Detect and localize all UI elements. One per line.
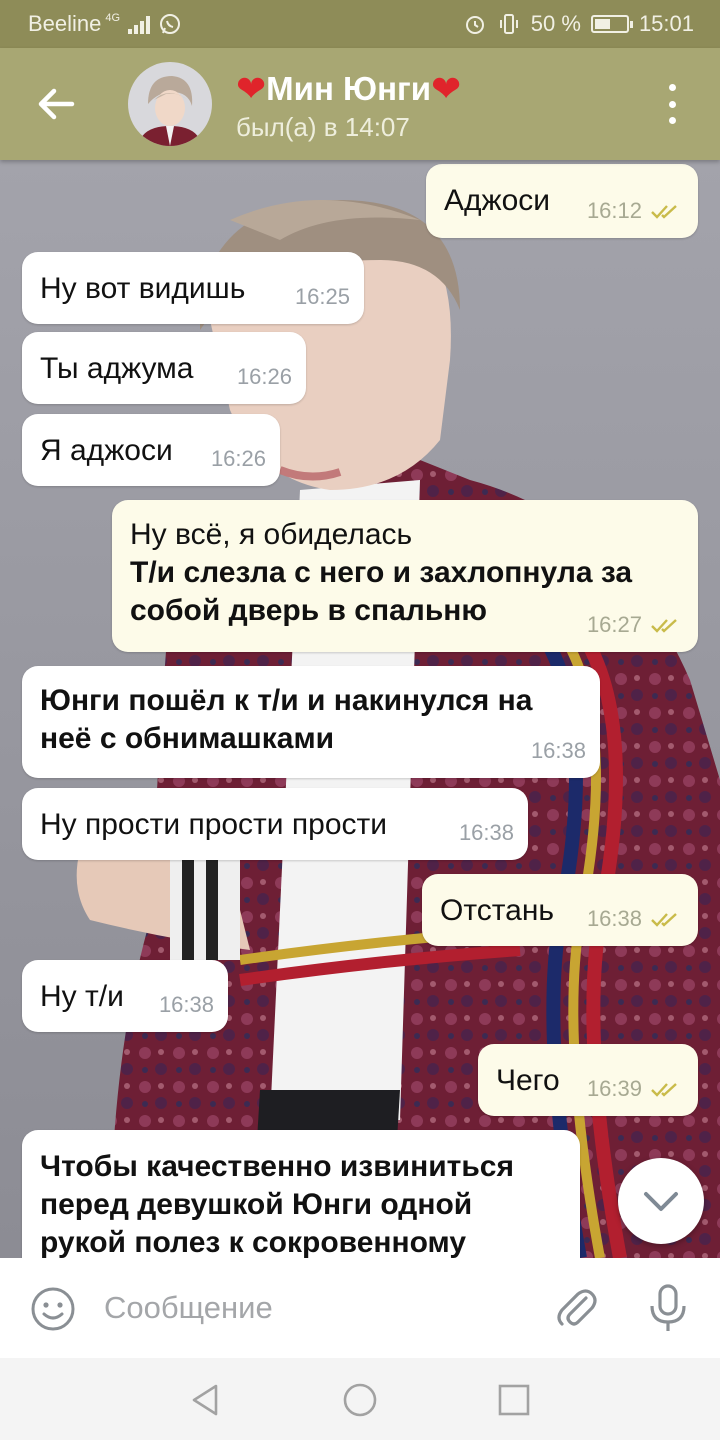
message-time: 16:26: [236, 364, 292, 389]
avatar[interactable]: [128, 62, 212, 146]
message-bubble-incoming[interactable]: Ну вот видишь 16:25: [22, 252, 364, 324]
battery-percent: 50 %: [530, 11, 581, 36]
message-time: 16:27: [586, 612, 642, 637]
message-bubble-incoming[interactable]: Я аджоси 16:26: [22, 414, 280, 486]
message-meta: 16:12: [587, 192, 684, 230]
more-vert-icon[interactable]: [660, 84, 684, 124]
message-meta: 16:39: [587, 1070, 684, 1108]
carrier-label: Beeline: [28, 11, 102, 36]
nav-home-icon[interactable]: [340, 1380, 380, 1420]
system-nav-bar: [0, 1358, 720, 1440]
message-bubble-incoming[interactable]: Чтобы качественно извиниться перед девуш…: [22, 1130, 580, 1258]
message-time: 16:38: [586, 906, 642, 931]
message-time: 16:39: [586, 1076, 642, 1101]
message-bubble-outgoing[interactable]: Аджоси 16:12: [426, 164, 698, 238]
message-bubble-incoming[interactable]: Ну т/и 16:38: [22, 960, 228, 1032]
emoji-icon[interactable]: [30, 1286, 76, 1332]
message-time: 16:12: [586, 198, 642, 223]
double-check-icon: [651, 913, 677, 927]
message-input[interactable]: Сообщение: [104, 1290, 273, 1326]
contact-name-text: Мин Юнги: [266, 70, 432, 107]
last-seen-status: был(а) в 14:07: [236, 112, 410, 142]
message-meta: 16:27: [587, 606, 684, 644]
message-bubble-incoming[interactable]: Ну прости прости прости 16:38: [22, 788, 528, 860]
double-check-icon: [651, 619, 677, 633]
message-bubble-outgoing[interactable]: Отстань 16:38: [422, 874, 698, 946]
message-time: 16:38: [458, 820, 514, 845]
message-meta: 16:38: [587, 900, 684, 938]
alarm-icon: [465, 16, 484, 34]
chevron-down-icon: [644, 1192, 678, 1211]
vibrate-icon: [499, 14, 518, 34]
message-bubble-outgoing[interactable]: Чего 16:39: [478, 1044, 698, 1116]
message-input-bar: Сообщение: [0, 1258, 720, 1358]
heart-right: ❤: [431, 68, 462, 109]
message-time: 16:25: [294, 284, 350, 309]
message-action-text: Юнги пошёл к т/и и накинулся на: [40, 684, 533, 717]
network-type: 4G: [105, 12, 121, 24]
message-time: 16:38: [530, 738, 586, 763]
message-action-text: Т/и слезла с него и захлопнула за: [130, 556, 633, 589]
contact-name[interactable]: ❤ Мин Юнги ❤: [236, 68, 461, 110]
chat-header: ❤ Мин Юнги ❤ был(а) в 14:07: [0, 48, 720, 160]
message-bubble-outgoing[interactable]: Ну всё, я обиделась Т/и слезла с него и …: [112, 500, 698, 652]
message-text: Ну всё, я обиделась: [130, 518, 413, 551]
chat-area[interactable]: Аджоси 16:12 Ну вот видишь 16:25 Ты аджу…: [0, 160, 720, 1258]
message-bubble-incoming[interactable]: Юнги пошёл к т/и и накинулся на неё с об…: [22, 666, 600, 778]
heart-left: ❤: [236, 68, 267, 109]
message-action-text: Чтобы качественно извиниться: [40, 1150, 514, 1183]
signal-icon: [128, 14, 151, 34]
message-text: Ну прости прости прости: [40, 808, 388, 841]
message-action-text: неё с обнимашками: [40, 722, 335, 755]
message-time: 16:38: [158, 992, 214, 1017]
double-check-icon: [651, 205, 677, 219]
double-check-icon: [651, 1083, 677, 1097]
battery-icon: [590, 15, 633, 33]
nav-recents-icon[interactable]: [494, 1380, 534, 1420]
paperclip-icon[interactable]: [552, 1284, 600, 1332]
clock: 15:01: [638, 11, 694, 36]
nav-back-icon[interactable]: [186, 1380, 226, 1420]
message-time: 16:26: [210, 446, 266, 471]
whatsapp-icon: [160, 14, 181, 34]
message-action-text: перед девушкой Юнги одной: [40, 1188, 473, 1221]
microphone-icon[interactable]: [646, 1282, 690, 1334]
message-action-text: рукой полез к сокровенному: [40, 1226, 467, 1258]
status-bar: Beeline 4G 50 % 15:01: [0, 0, 720, 48]
back-arrow-icon[interactable]: [30, 82, 80, 126]
message-bubble-incoming[interactable]: Ты аджума 16:26: [22, 332, 306, 404]
scroll-down-button[interactable]: [618, 1158, 704, 1244]
